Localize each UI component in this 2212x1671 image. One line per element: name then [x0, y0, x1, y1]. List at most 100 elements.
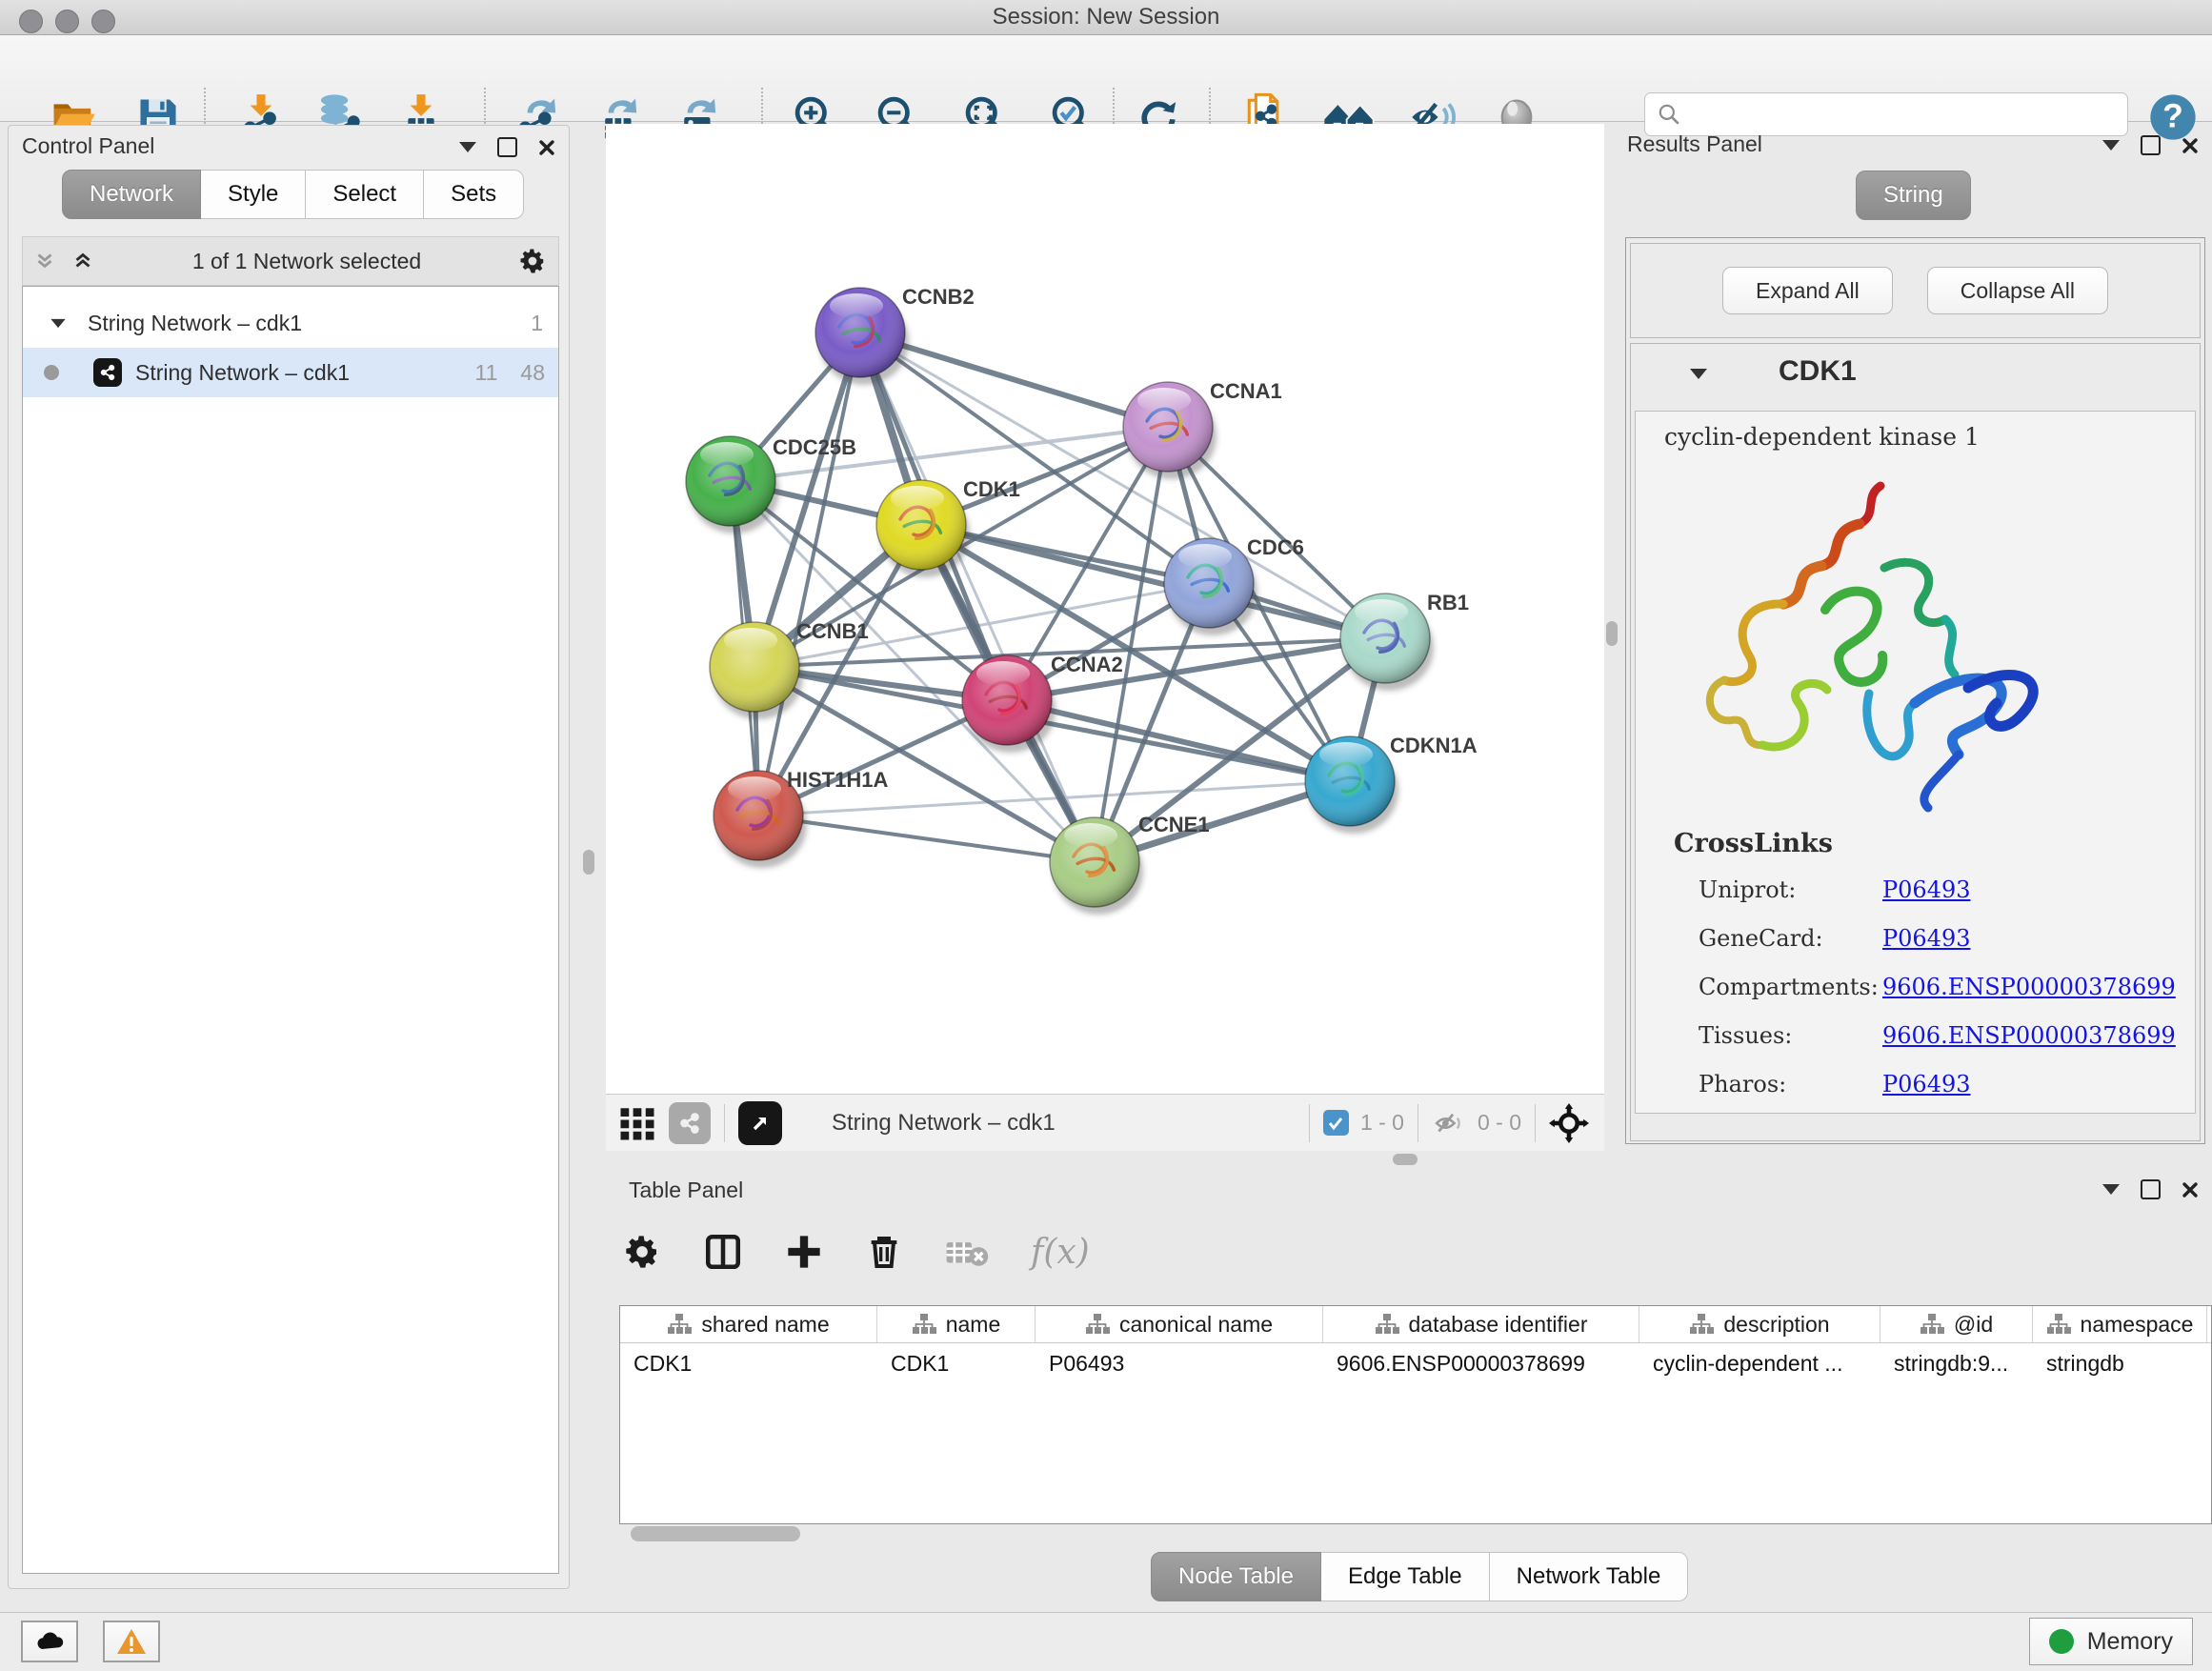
network-options-gear-icon[interactable] [518, 247, 547, 275]
results-panel-close-icon[interactable] [2182, 137, 2199, 154]
tab-string[interactable]: String [1856, 171, 1971, 220]
crosslink-value-tissues-[interactable]: 9606.ENSP00000378699 [1882, 1022, 2176, 1049]
window-close-button[interactable] [19, 10, 43, 33]
table-panel: Table Panel f(x) [606, 1164, 2212, 1599]
column-header-namespace[interactable]: namespace [2033, 1306, 2207, 1342]
cloud-status-button[interactable] [21, 1621, 78, 1662]
open-in-window-button[interactable] [738, 1101, 782, 1145]
results-panel-float-icon[interactable] [2141, 135, 2161, 155]
memory-button[interactable]: Memory [2029, 1618, 2193, 1665]
control-panel-close-icon[interactable] [538, 139, 555, 156]
string-view-badge[interactable] [669, 1102, 711, 1144]
network-node-HIST1H1A[interactable]: HIST1H1A [714, 768, 888, 868]
table-settings-gear-icon[interactable] [623, 1233, 661, 1271]
cell-database-identifier[interactable]: 9606.ENSP00000378699 [1323, 1351, 1639, 1377]
window-minimize-button[interactable] [55, 10, 79, 33]
add-column-icon[interactable] [785, 1233, 823, 1271]
node-label-CCNB1: CCNB1 [796, 619, 869, 643]
cell-canonical-name[interactable]: P06493 [1036, 1351, 1323, 1377]
cell-namespace[interactable]: stringdb [2033, 1351, 2207, 1377]
results-panel-menu-icon[interactable] [2102, 140, 2120, 151]
network-canvas[interactable]: CCNB2CCNA1CDC25BCDK1CDC6RB1CCNB1CCNA2CDK… [606, 124, 1604, 1094]
column-header-shared-name[interactable]: shared name [620, 1306, 877, 1342]
column-header-label: @id [1954, 1312, 1993, 1338]
control-panel-float-icon[interactable] [497, 137, 517, 157]
warnings-button[interactable] [103, 1621, 160, 1662]
network-view-title: String Network – cdk1 [832, 1110, 1056, 1137]
table-panel-close-icon[interactable] [2182, 1181, 2199, 1198]
network-node-CDKN1A[interactable]: CDKN1A [1305, 734, 1478, 834]
tab-style[interactable]: Style [201, 170, 306, 219]
tab-edge-table[interactable]: Edge Table [1321, 1552, 1490, 1601]
network-node-CCNA2[interactable]: CCNA2 [962, 653, 1123, 753]
network-node-CDC6[interactable]: CDC6 [1164, 535, 1304, 635]
column-header-database-identifier[interactable]: database identifier [1323, 1306, 1639, 1342]
selected-node-edge-counts: 1 - 0 [1360, 1110, 1404, 1136]
cell-description[interactable]: cyclin-dependent ... [1639, 1351, 1880, 1377]
window-zoom-button[interactable] [91, 10, 115, 33]
node-table[interactable]: shared namenamecanonical name database id… [619, 1305, 2212, 1524]
table-row[interactable]: CDK1CDK1P064939606.ENSP00000378699cyclin… [620, 1343, 2211, 1383]
control-panel-menu-icon[interactable] [459, 142, 476, 152]
network-edge-CCNA2-CDKN1A[interactable] [1007, 700, 1350, 781]
tab-node-table[interactable]: Node Table [1151, 1552, 1321, 1601]
hidden-node-edge-counts: 0 - 0 [1478, 1110, 1521, 1136]
warning-icon [116, 1628, 147, 1655]
tab-network-table[interactable]: Network Table [1490, 1552, 1689, 1601]
results-panel-title: Results Panel [1627, 131, 1762, 157]
column-header-label: database identifier [1409, 1312, 1588, 1338]
tab-sets[interactable]: Sets [424, 170, 524, 219]
cell--id[interactable]: stringdb:9... [1880, 1351, 2033, 1377]
show-columns-icon[interactable] [703, 1232, 743, 1272]
tab-network[interactable]: Network [62, 170, 201, 219]
selected-checkbox[interactable] [1323, 1110, 1349, 1136]
network-row[interactable]: String Network – cdk1 11 48 [23, 348, 558, 397]
collapse-all-button[interactable]: Collapse All [1927, 267, 2108, 314]
crosslink-value-uniprot-[interactable]: P06493 [1882, 876, 1971, 903]
cloud-icon [33, 1629, 66, 1654]
expand-all-button[interactable]: Expand All [1722, 267, 1893, 314]
crosslink-value-pharos-[interactable]: P06493 [1882, 1071, 1971, 1097]
crosslink-value-compartments-[interactable]: 9606.ENSP00000378699 [1882, 974, 2176, 1000]
delete-column-icon[interactable] [865, 1233, 903, 1271]
table-panel-menu-icon[interactable] [2102, 1184, 2120, 1195]
crosslink-value-genecard-[interactable]: P06493 [1882, 925, 1971, 952]
control-panel-tabs: NetworkStyleSelectSets [62, 170, 524, 219]
network-node-CCNE1[interactable]: CCNE1 [1050, 813, 1210, 915]
column-header--id[interactable]: @id [1880, 1306, 2033, 1342]
protein-section-expander-icon[interactable] [1690, 369, 1707, 379]
collapse-all-icon[interactable] [32, 249, 57, 273]
network-node-CCNA1[interactable]: CCNA1 [1123, 379, 1282, 479]
protein-section: CDK1 cyclin-dependent kinase 1 [1630, 343, 2201, 1141]
right-splitter-grip[interactable] [1606, 621, 1618, 646]
network-status-dot [44, 365, 59, 380]
memory-label: Memory [2087, 1628, 2173, 1656]
column-header-description[interactable]: description [1639, 1306, 1880, 1342]
control-panel: Control Panel NetworkStyleSelectSets 1 o… [8, 125, 570, 1589]
column-type-icon [1689, 1313, 1714, 1336]
table-hscrollbar-thumb[interactable] [631, 1526, 800, 1541]
network-collection-row[interactable]: String Network – cdk1 1 [23, 298, 558, 348]
network-node-RB1[interactable]: RB1 [1340, 591, 1469, 691]
tree-expander-icon[interactable] [50, 318, 65, 327]
cell-shared-name[interactable]: CDK1 [620, 1351, 877, 1377]
cell-name[interactable]: CDK1 [877, 1351, 1036, 1377]
network-view-toolbar: String Network – cdk1 1 - 0 0 - 0 [606, 1094, 1604, 1151]
network-node-CDC25B[interactable]: CDC25B [686, 435, 856, 534]
network-edge-count: 48 [520, 360, 545, 386]
tab-select[interactable]: Select [306, 170, 424, 219]
expand-all-icon[interactable] [70, 249, 95, 273]
network-node-CCNB2[interactable]: CCNB2 [815, 285, 975, 385]
column-header-name[interactable]: name [877, 1306, 1036, 1342]
node-label-HIST1H1A: HIST1H1A [787, 768, 888, 792]
network-edge-CCNE1-HIST1H1A[interactable] [758, 815, 1095, 862]
fit-selected-crosshair-icon[interactable] [1549, 1103, 1589, 1143]
string-network-badge [93, 358, 122, 387]
left-splitter-grip[interactable] [583, 850, 594, 875]
network-edge-CCNB2-CCNE1[interactable] [860, 332, 1095, 862]
network-list-header: 1 of 1 Network selected [22, 236, 559, 286]
network-collection-label: String Network – cdk1 [88, 311, 531, 336]
birdseye-grid-icon[interactable] [617, 1103, 657, 1143]
column-header-canonical-name[interactable]: canonical name [1036, 1306, 1323, 1342]
table-panel-float-icon[interactable] [2141, 1179, 2161, 1199]
